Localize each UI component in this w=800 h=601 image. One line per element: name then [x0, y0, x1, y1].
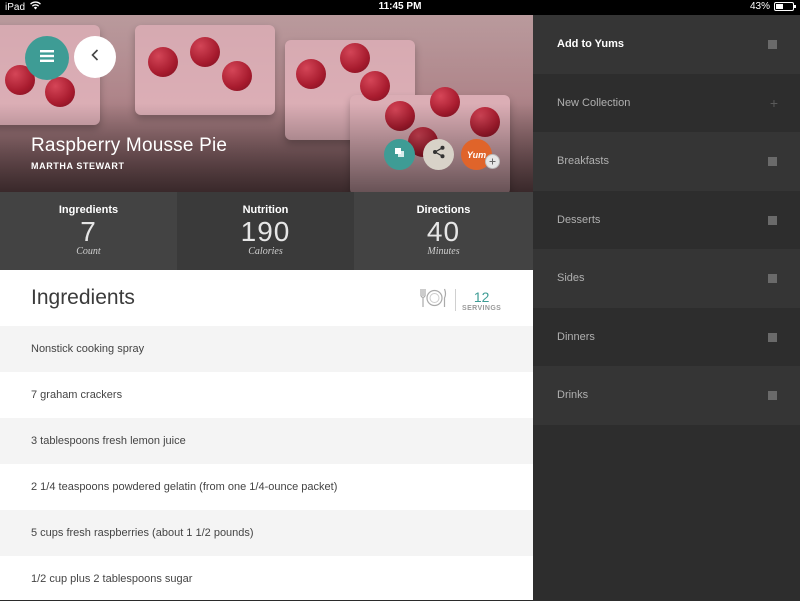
- yum-logo: Yum: [466, 149, 487, 160]
- clock: 11:45 PM: [378, 1, 422, 12]
- ingredients-header: Ingredients 12 SERVINGS: [0, 270, 533, 326]
- stat-value: 190: [240, 216, 291, 247]
- sidebar-item-new-collection[interactable]: New Collection +: [533, 73, 800, 132]
- menu-button[interactable]: [25, 36, 69, 80]
- battery-icon: [774, 2, 796, 11]
- checkbox-icon[interactable]: [768, 215, 777, 225]
- hamburger-icon: [40, 49, 54, 67]
- battery-fill: [776, 4, 783, 9]
- tab-directions[interactable]: Directions 40 Minutes: [354, 192, 533, 270]
- sidebar-item-label: New Collection: [557, 96, 631, 109]
- sidebar-item-desserts[interactable]: Desserts: [533, 190, 800, 249]
- stat-value: 40: [426, 216, 461, 247]
- sidebar-item-label: Sides: [557, 272, 585, 285]
- list-item: 7 graham crackers: [0, 372, 533, 418]
- sidebar-item-label: Breakfasts: [557, 155, 609, 168]
- stat-unit: Calories: [248, 246, 283, 257]
- plus-icon[interactable]: +: [770, 95, 778, 111]
- list-item: Nonstick cooking spray: [0, 326, 533, 372]
- share-icon: [432, 145, 446, 164]
- sidebar-item-add-to-yums[interactable]: Add to Yums: [533, 15, 800, 74]
- stat-label: Nutrition: [242, 204, 289, 216]
- copy-icon: [394, 146, 406, 164]
- plate-icon: [419, 287, 447, 314]
- add-badge: [485, 154, 500, 169]
- list-item: 3 tablespoons fresh lemon juice: [0, 418, 533, 464]
- recipe-stats: Ingredients 7 Count Nutrition 190 Calori…: [0, 192, 533, 270]
- sidebar-item-label: Add to Yums: [557, 38, 625, 51]
- ingredients-list: Nonstick cooking spray 7 graham crackers…: [0, 326, 533, 600]
- stat-unit: Count: [76, 246, 101, 257]
- tab-ingredients[interactable]: Ingredients 7 Count: [0, 192, 177, 270]
- sidebar-item-label: Dinners: [557, 330, 595, 343]
- recipe-source: MARTHA STEWART: [31, 161, 125, 171]
- checkbox-icon[interactable]: [768, 40, 777, 49]
- battery-percent: 43%: [749, 1, 770, 12]
- servings: 12 SERVINGS: [419, 286, 501, 314]
- recipe-panel: Raspberry Mousse Pie MARTHA STEWART Yum …: [0, 15, 533, 600]
- servings-label: SERVINGS: [462, 304, 502, 312]
- sidebar-empty-area: [533, 424, 800, 601]
- sidebar-item-breakfasts[interactable]: Breakfasts: [533, 132, 800, 191]
- collections-sidebar: Add to Yums New Collection + Breakfasts …: [533, 15, 800, 601]
- share-button[interactable]: [423, 139, 454, 170]
- checkbox-icon[interactable]: [768, 274, 777, 283]
- recipe-hero-image: Raspberry Mousse Pie MARTHA STEWART Yum: [0, 15, 533, 192]
- list-item: 5 cups fresh raspberries (about 1 1/2 po…: [0, 510, 533, 556]
- stat-label: Ingredients: [58, 204, 119, 216]
- checkbox-icon[interactable]: [768, 391, 777, 400]
- status-bar: iPad 11:45 PM 43%: [0, 0, 800, 15]
- servings-count: 12: [473, 288, 490, 305]
- chevron-left-icon: [91, 48, 99, 66]
- sidebar-item-dinners[interactable]: Dinners: [533, 307, 800, 366]
- sidebar-item-label: Desserts: [557, 213, 601, 226]
- sidebar-item-label: Drinks: [557, 389, 589, 402]
- checkbox-icon[interactable]: [768, 157, 777, 166]
- recipe-title: Raspberry Mousse Pie: [31, 135, 228, 156]
- section-title: Ingredients: [31, 286, 135, 309]
- tab-nutrition[interactable]: Nutrition 190 Calories: [177, 192, 354, 270]
- list-item: 1/2 cup plus 2 tablespoons sugar: [0, 556, 533, 600]
- list-item: 2 1/4 teaspoons powdered gelatin (from o…: [0, 464, 533, 510]
- sidebar-item-sides[interactable]: Sides: [533, 249, 800, 308]
- checkbox-icon[interactable]: [768, 332, 777, 342]
- stat-label: Directions: [416, 204, 471, 216]
- back-button[interactable]: [74, 36, 116, 78]
- copy-button[interactable]: [384, 139, 415, 170]
- stat-value: 7: [80, 216, 97, 247]
- stat-unit: Minutes: [427, 246, 460, 257]
- sidebar-item-drinks[interactable]: Drinks: [533, 366, 800, 425]
